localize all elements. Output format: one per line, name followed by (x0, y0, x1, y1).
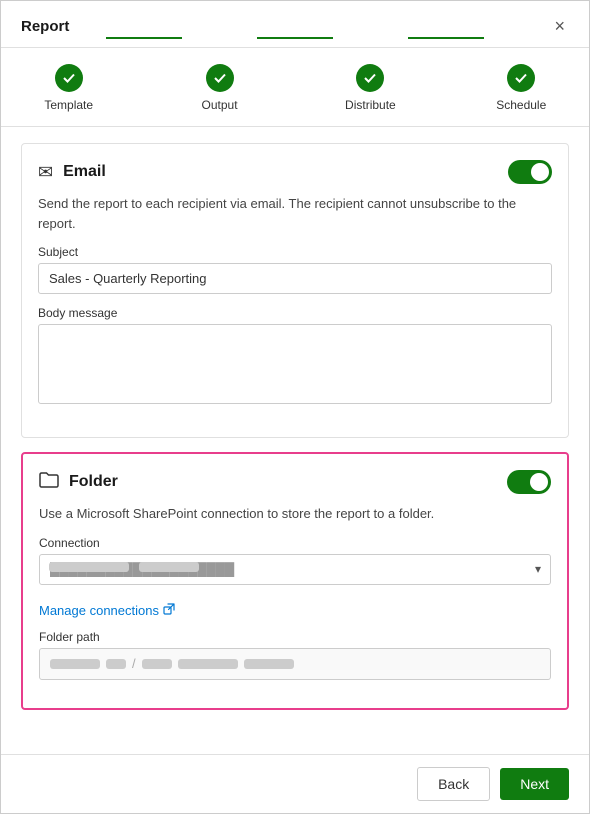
connection-select[interactable]: ████████████████████ (39, 554, 551, 585)
email-section-title: Email (63, 163, 106, 181)
folder-path-display: / (39, 648, 551, 680)
step-schedule[interactable]: Schedule (484, 64, 559, 112)
report-dialog: Report × Template Output (0, 0, 590, 814)
folder-description: Use a Microsoft SharePoint connection to… (39, 504, 551, 524)
folder-icon (39, 471, 59, 494)
check-icon-template (62, 71, 76, 85)
step-output[interactable]: Output (182, 64, 257, 112)
step-line-2 (257, 37, 332, 39)
step-line-1 (106, 37, 181, 39)
body-group: Body message (38, 306, 552, 409)
dialog-footer: Back Next (1, 754, 589, 813)
folder-section: Folder Use a Microsoft SharePoint connec… (21, 452, 569, 710)
step-distribute[interactable]: Distribute (333, 64, 408, 112)
step-output-circle (206, 64, 234, 92)
manage-connections-label: Manage connections (39, 603, 159, 618)
dialog-header: Report × (1, 1, 589, 48)
folder-path-group: Folder path / (39, 630, 551, 680)
folder-path-label: Folder path (39, 630, 551, 644)
dialog-title: Report (21, 18, 69, 35)
folder-toggle[interactable] (507, 470, 551, 494)
email-section-header: ✉ Email (38, 160, 552, 184)
step-schedule-circle (507, 64, 535, 92)
body-textarea[interactable] (38, 324, 552, 404)
body-label: Body message (38, 306, 552, 320)
folder-section-title: Folder (69, 473, 118, 491)
folder-section-header: Folder (39, 470, 551, 494)
external-link-icon (163, 603, 175, 618)
step-distribute-circle (356, 64, 384, 92)
next-button[interactable]: Next (500, 768, 569, 800)
email-title-group: ✉ Email (38, 162, 106, 183)
subject-group: Subject (38, 245, 552, 294)
step-template-label: Template (44, 98, 93, 112)
subject-label: Subject (38, 245, 552, 259)
check-icon-schedule (514, 71, 528, 85)
check-icon-distribute (363, 71, 377, 85)
step-template[interactable]: Template (31, 64, 106, 112)
folder-title-group: Folder (39, 471, 118, 494)
steps-container: Template Output Distribute (21, 64, 569, 112)
email-section: ✉ Email Send the report to each recipien… (21, 143, 569, 438)
step-template-circle (55, 64, 83, 92)
connection-label: Connection (39, 536, 551, 550)
connection-group: Connection ████████████████████ ▾ (39, 536, 551, 590)
subject-input[interactable] (38, 263, 552, 294)
email-toggle[interactable] (508, 160, 552, 184)
back-button[interactable]: Back (417, 767, 490, 801)
email-description: Send the report to each recipient via em… (38, 194, 552, 233)
check-icon-output (213, 71, 227, 85)
email-icon: ✉ (38, 162, 53, 183)
step-distribute-label: Distribute (345, 98, 396, 112)
manage-connections-link[interactable]: Manage connections (39, 603, 175, 618)
step-schedule-label: Schedule (496, 98, 546, 112)
step-output-label: Output (202, 98, 238, 112)
step-line-3 (408, 37, 483, 39)
dialog-body: ✉ Email Send the report to each recipien… (1, 127, 589, 754)
steps-bar: Template Output Distribute (1, 48, 589, 127)
connection-select-wrapper: ████████████████████ ▾ (39, 554, 551, 585)
close-button[interactable]: × (550, 15, 569, 37)
